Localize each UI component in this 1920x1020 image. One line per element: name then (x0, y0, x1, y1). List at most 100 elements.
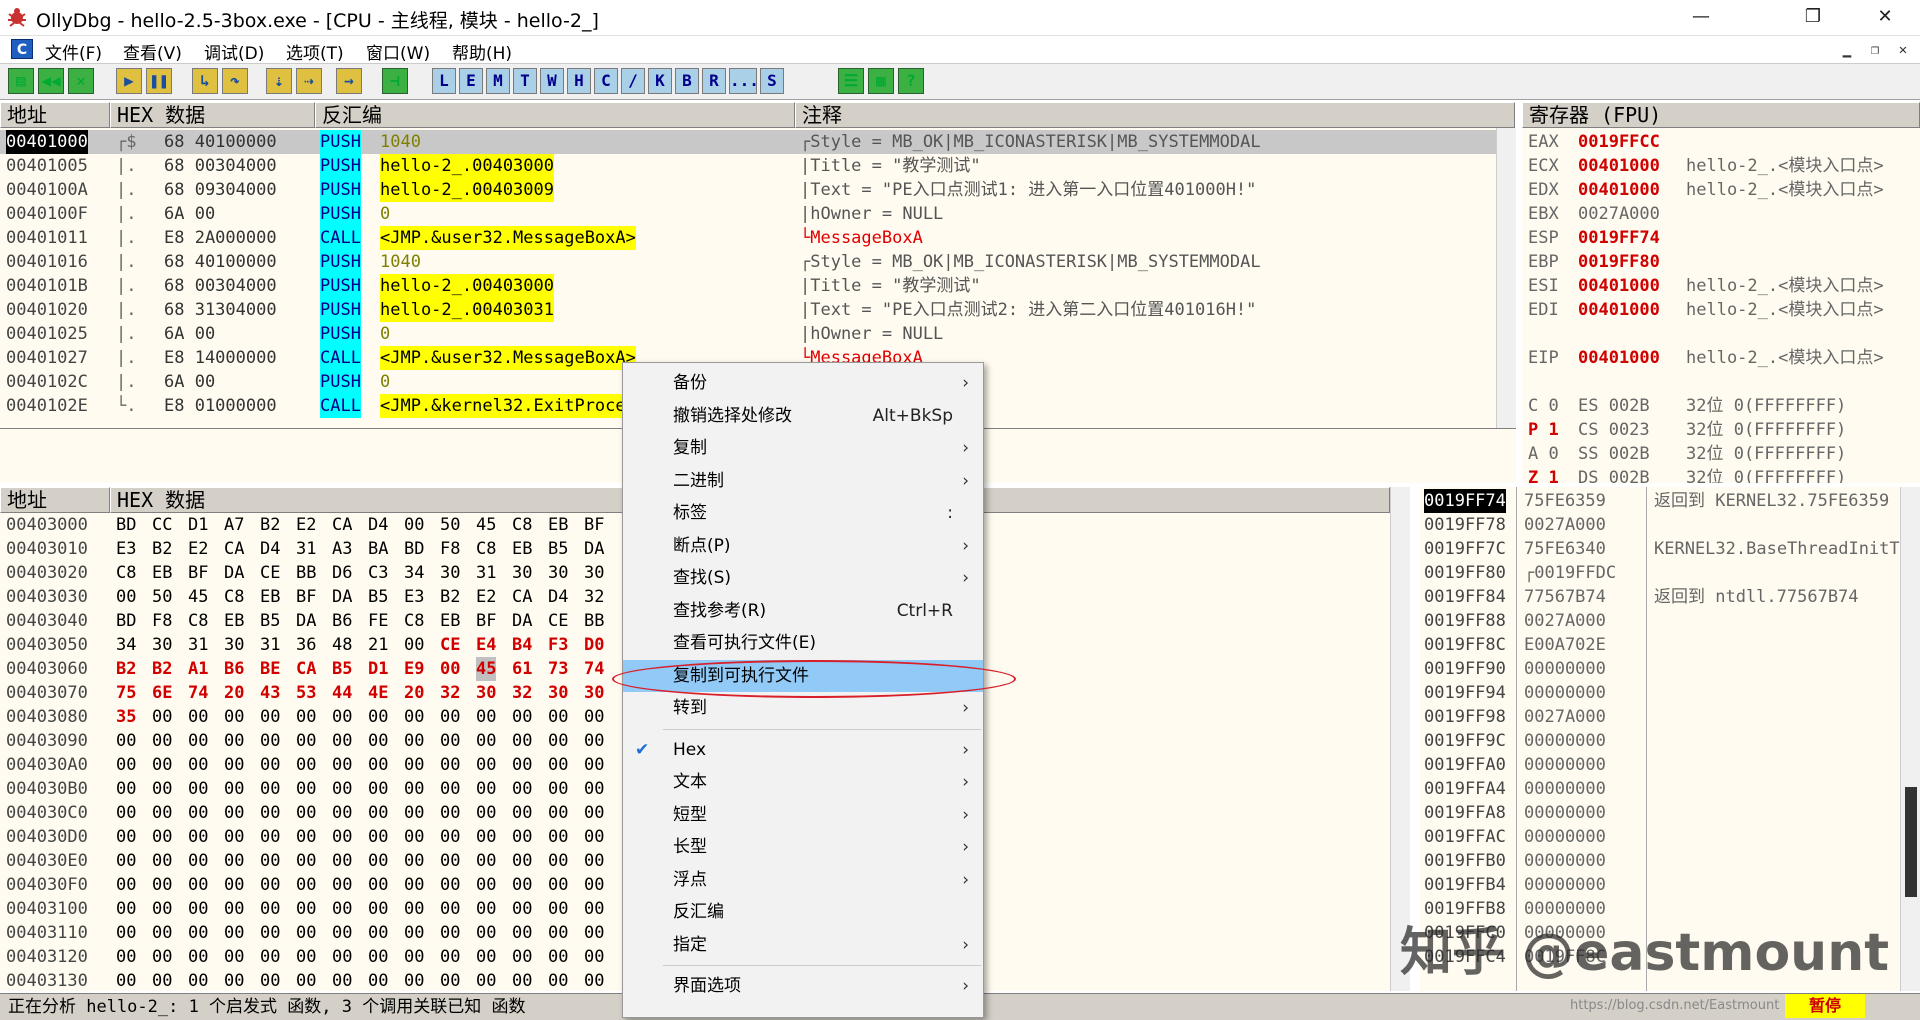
stack-row[interactable]: 0019FF84 77567B74 返回到 ntdll.77567B74 (1420, 585, 1900, 609)
register-row[interactable]: EAX 0019FFCC (1522, 130, 1920, 154)
stack-row[interactable]: 0019FF78 0027A000 (1420, 513, 1900, 537)
disasm-header-comment[interactable]: 注释 (795, 102, 1515, 128)
restart-icon[interactable]: ◀◀ (38, 68, 64, 94)
step-over-icon[interactable]: ↷ (222, 68, 248, 94)
context-menu-item[interactable]: 长型 › (623, 831, 983, 863)
colors-icon[interactable]: ▦ (868, 68, 894, 94)
open-icon[interactable]: ▤ (8, 68, 34, 94)
minimize-button[interactable]: — (1666, 0, 1736, 34)
trace-over-icon[interactable]: ⇢ (296, 68, 322, 94)
context-menu-item[interactable]: 复制 › (623, 432, 983, 464)
mdi-close-icon[interactable]: ✕ (1890, 40, 1916, 60)
stack-row[interactable]: 0019FF7C 75FE6340 KERNEL32.BaseThreadInitT… (1420, 537, 1900, 561)
register-row[interactable]: ESI 00401000 hello-2_.<模块入口点> (1522, 274, 1920, 298)
registers-header[interactable]: 寄存器 (FPU) (1522, 102, 1920, 128)
context-menu-item[interactable]: 备份 › (623, 367, 983, 399)
close-button[interactable]: ✕ (1850, 0, 1920, 34)
maximize-button[interactable]: ❐ (1778, 0, 1848, 34)
stack-row[interactable]: 0019FFA0 00000000 (1420, 753, 1900, 777)
stack-row[interactable]: 0019FF88 0027A000 (1420, 609, 1900, 633)
mdi-restore-icon[interactable]: ❐ (1862, 40, 1888, 60)
stack-row[interactable]: 0019FFA4 00000000 (1420, 777, 1900, 801)
stack-row[interactable]: 0019FFB0 00000000 (1420, 849, 1900, 873)
stack-row[interactable]: 0019FF94 00000000 (1420, 681, 1900, 705)
disasm-scrollbar[interactable] (1496, 128, 1516, 428)
context-menu-item[interactable]: 短型 › (623, 799, 983, 831)
toolbar-letter-button[interactable]: B (675, 68, 699, 94)
register-row[interactable]: EDI 00401000 hello-2_.<模块入口点> (1522, 298, 1920, 322)
disasm-row[interactable]: 00401025 |. 6A 00 PUSH 0 |hOwner = NULL (0, 322, 1496, 346)
dump-header-addr[interactable]: 地址 (0, 487, 110, 513)
context-menu-item[interactable]: 查找(S) › (623, 562, 983, 594)
stack-row[interactable]: 0019FFB4 00000000 (1420, 873, 1900, 897)
menu-debug[interactable]: 调试(D) (204, 39, 264, 64)
disasm-row[interactable]: 00401016 |. 68 40100000 PUSH 1040 ┌Style = MB… (0, 250, 1496, 274)
stack-row[interactable]: 0019FF9C 00000000 (1420, 729, 1900, 753)
context-menu-item[interactable]: 文本 › (623, 766, 983, 798)
context-menu-item[interactable]: 查找参考(R) Ctrl+R (623, 595, 983, 627)
stack-row[interactable]: 0019FF98 0027A000 (1420, 705, 1900, 729)
context-menu-item[interactable]: 标签: (623, 497, 983, 529)
mdi-minimize-icon[interactable]: ▁ (1834, 40, 1860, 60)
disasm-header-disasm[interactable]: 反汇编 (315, 102, 795, 128)
context-menu-item[interactable]: 指定 › (623, 929, 983, 961)
context-menu-item[interactable]: 界面选项 › (623, 970, 983, 1002)
register-row[interactable]: Z 1 DS 002B 32位 0(FFFFFFFF) (1522, 466, 1920, 483)
context-menu-item[interactable]: 查看可执行文件(E) (623, 627, 983, 659)
toolbar-letter-button[interactable]: H (567, 68, 591, 94)
toolbar-letter-button[interactable]: E (459, 68, 483, 94)
register-row[interactable] (1522, 370, 1920, 394)
pause-icon[interactable]: ❚❚ (146, 68, 172, 94)
step-into-icon[interactable]: ↳ (192, 68, 218, 94)
disasm-row[interactable]: 00401011 |. E8 2A000000 CALL <JMP.&user32.Me… (0, 226, 1496, 250)
disasm-row[interactable]: 00401000 ┌$ 68 40100000 PUSH 1040 ┌Style = MB… (0, 130, 1496, 154)
register-row[interactable]: P 1 CS 0023 32位 0(FFFFFFFF) (1522, 418, 1920, 442)
trace-into-icon[interactable]: ⇣ (266, 68, 292, 94)
context-menu-item[interactable]: ✔ Hex › (623, 734, 983, 766)
run-icon[interactable]: ▶ (116, 68, 142, 94)
stack-row[interactable]: 0019FFAC 00000000 (1420, 825, 1900, 849)
register-row[interactable]: EBX 0027A000 (1522, 202, 1920, 226)
stack-row[interactable]: 0019FF74 75FE6359 返回到 KERNEL32.75FE6359 (1420, 489, 1900, 513)
stack-row[interactable]: 0019FF80 ┌0019FFDC (1420, 561, 1900, 585)
stack-row[interactable]: 0019FFA8 00000000 (1420, 801, 1900, 825)
menu-window[interactable]: 窗口(W) (366, 39, 430, 64)
register-row[interactable]: ECX 00401000 hello-2_.<模块入口点> (1522, 154, 1920, 178)
stack-row[interactable]: 0019FF90 00000000 (1420, 657, 1900, 681)
toolbar-letter-button[interactable]: ... (729, 68, 759, 94)
disasm-row[interactable]: 00401020 |. 68 31304000 PUSH hello-2_.004030… (0, 298, 1496, 322)
toolbar-letter-button[interactable]: L (432, 68, 456, 94)
execute-till-return-icon[interactable]: → (336, 68, 362, 94)
list-icon[interactable]: ☰ (838, 68, 864, 94)
close-program-icon[interactable]: ✕ (68, 68, 94, 94)
stack-scrollbar[interactable] (1900, 487, 1920, 991)
cpu-window-icon[interactable]: C (11, 39, 33, 59)
stack-row[interactable]: 0019FF8C E00A702E (1420, 633, 1900, 657)
menu-view[interactable]: 查看(V) (123, 39, 182, 64)
register-row[interactable]: EBP 0019FF80 (1522, 250, 1920, 274)
register-row[interactable]: ESP 0019FF74 (1522, 226, 1920, 250)
register-row[interactable]: C 0 ES 002B 32位 0(FFFFFFFF) (1522, 394, 1920, 418)
toolbar-letter-button[interactable]: W (540, 68, 564, 94)
register-row[interactable]: A 0 SS 002B 32位 0(FFFFFFFF) (1522, 442, 1920, 466)
context-menu-item[interactable]: 断点(P) › (623, 530, 983, 562)
help-icon[interactable]: ? (898, 68, 924, 94)
toolbar-letter-button[interactable]: T (513, 68, 537, 94)
disasm-header-hex[interactable]: HEX 数据 (110, 102, 315, 128)
register-row[interactable]: EDX 00401000 hello-2_.<模块入口点> (1522, 178, 1920, 202)
toolbar-letter-button[interactable]: M (486, 68, 510, 94)
register-row[interactable] (1522, 322, 1920, 346)
context-menu-item[interactable]: 撤销选择处修改 Alt+BkSp (623, 400, 983, 432)
disasm-row[interactable]: 0040101B |. 68 00304000 PUSH hello-2_.004030… (0, 274, 1496, 298)
go-to-origin-icon[interactable]: ⊣ (382, 68, 408, 94)
disasm-row[interactable]: 00401005 |. 68 00304000 PUSH hello-2_.004030… (0, 154, 1496, 178)
toolbar-letter-button[interactable]: / (621, 68, 645, 94)
toolbar-letter-button[interactable]: K (648, 68, 672, 94)
menu-options[interactable]: 选项(T) (286, 39, 344, 64)
disasm-row[interactable]: 0040100A |. 68 09304000 PUSH hello-2_.004030… (0, 178, 1496, 202)
menu-file[interactable]: 文件(F) (45, 39, 102, 64)
context-menu-item[interactable]: 二进制 › (623, 465, 983, 497)
disasm-row[interactable]: 0040100F |. 6A 00 PUSH 0 |hOwner = NULL (0, 202, 1496, 226)
toolbar-letter-button[interactable]: C (594, 68, 618, 94)
registers-pane[interactable]: EAX 0019FFCC ECX 00401000 hello-2_.<模块入口点> ED… (1522, 128, 1920, 483)
